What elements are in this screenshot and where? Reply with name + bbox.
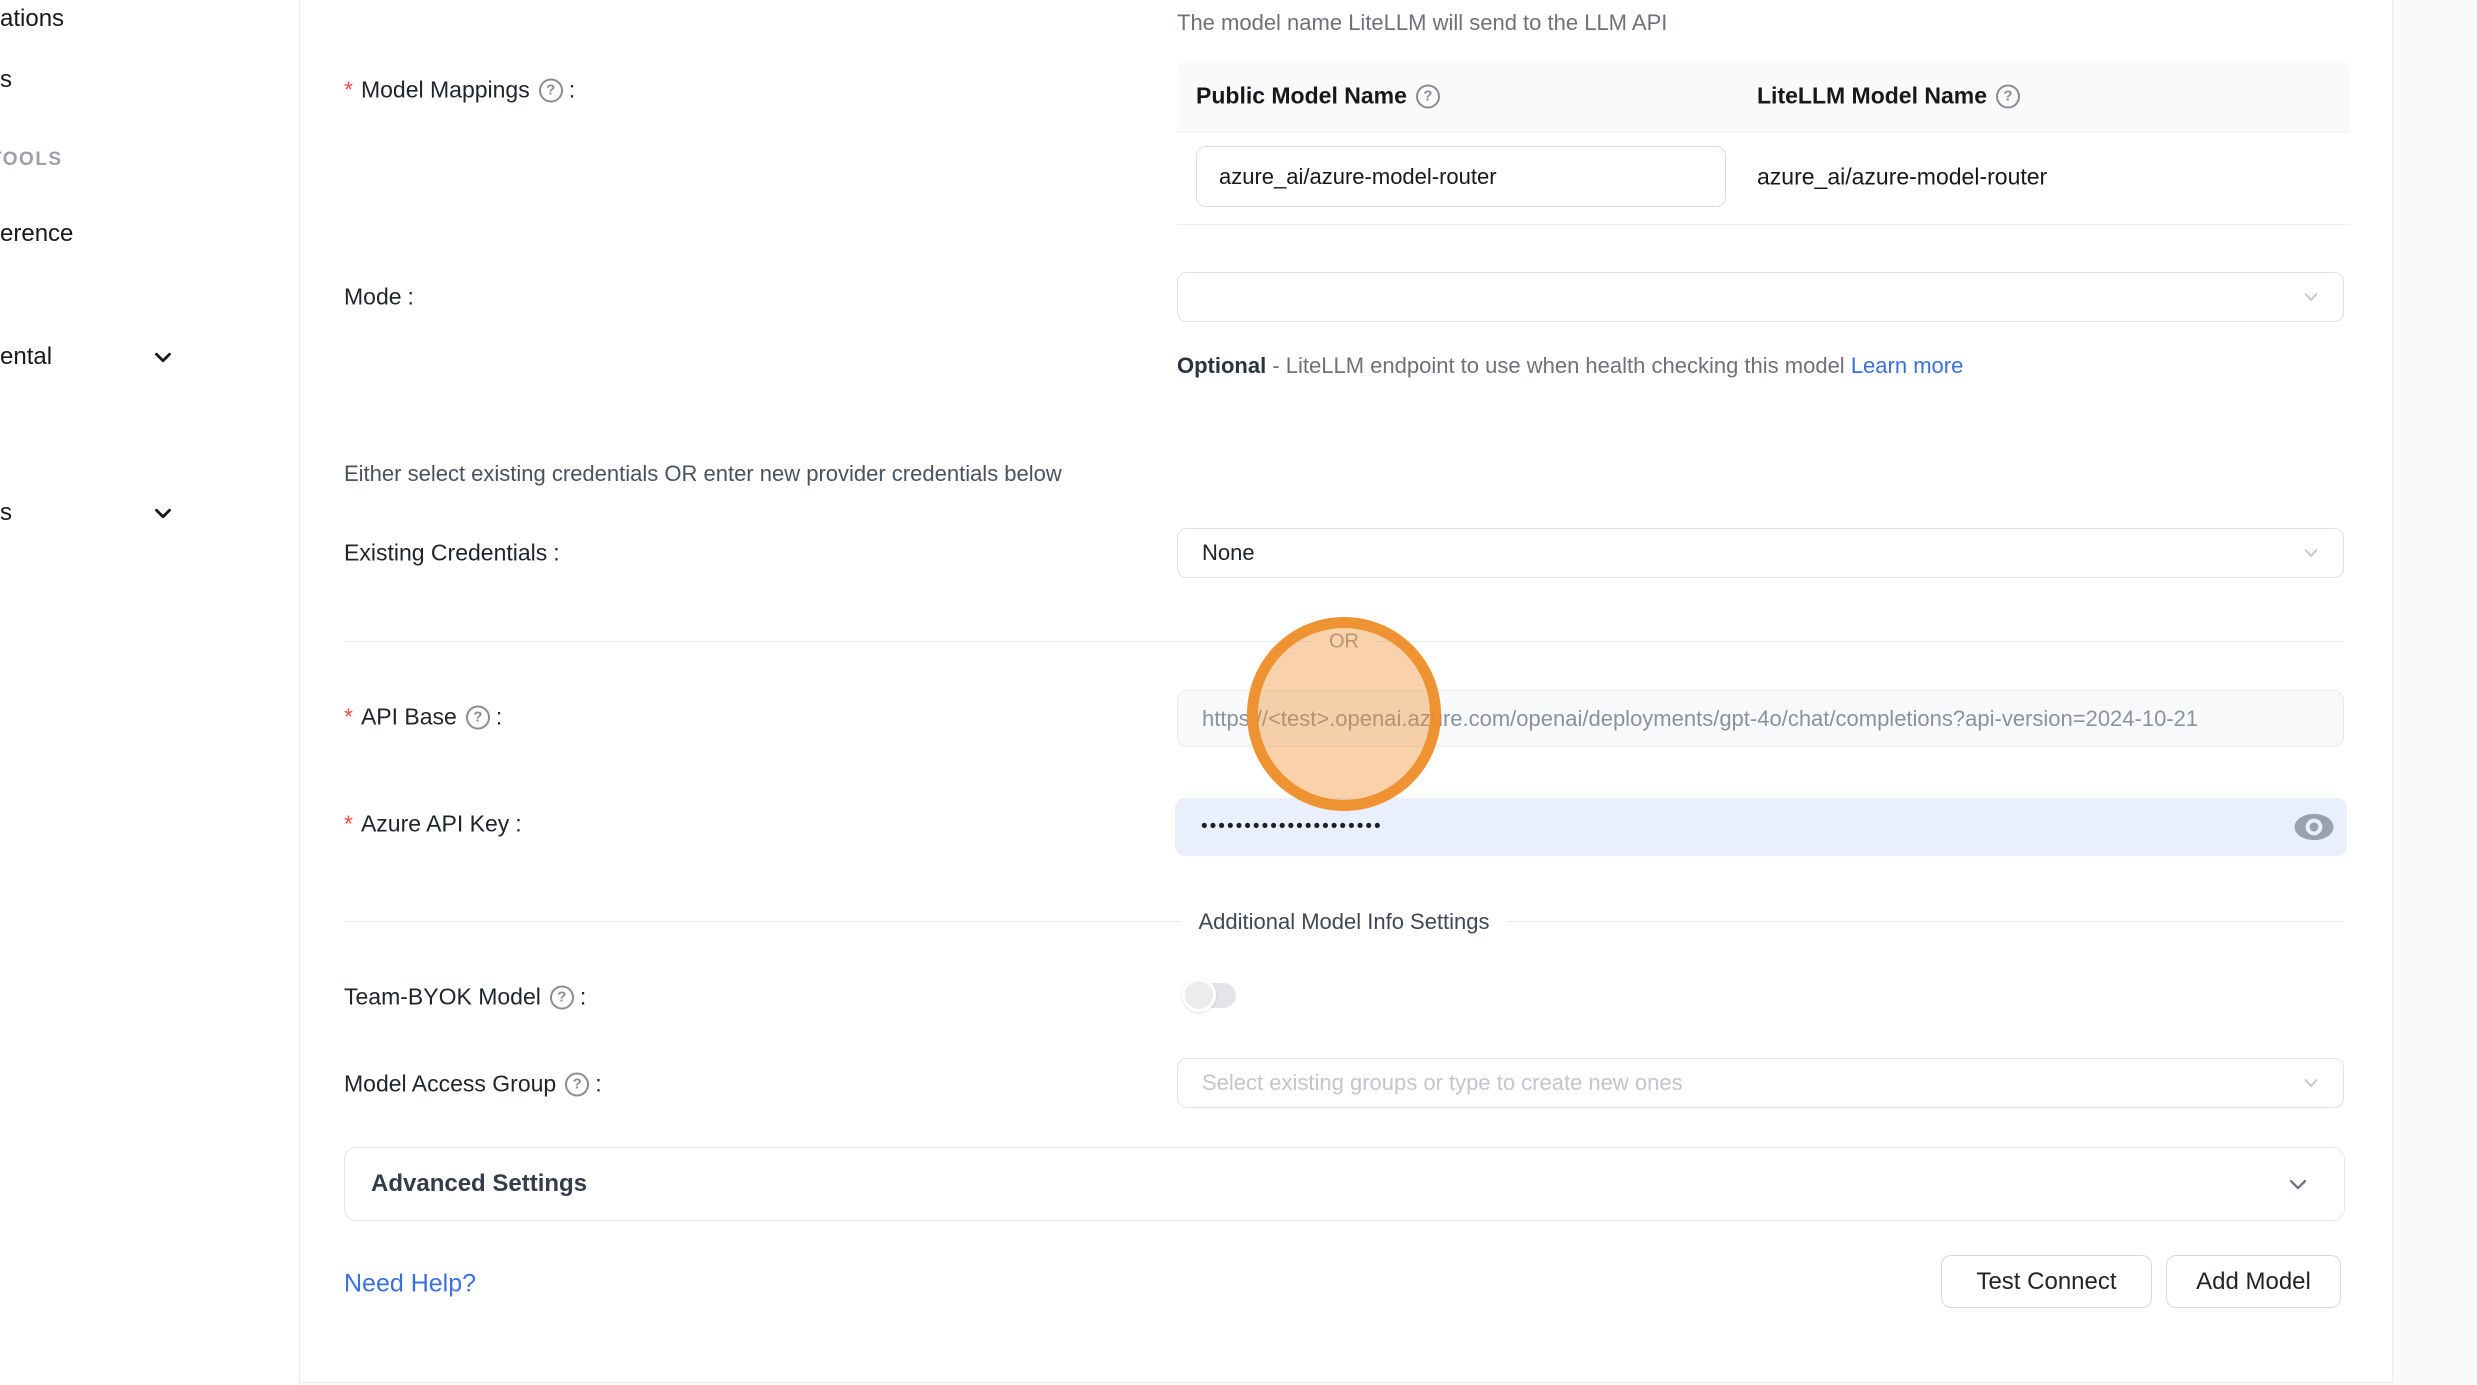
chevron-down-icon xyxy=(150,500,176,526)
or-divider: OR xyxy=(344,641,2344,642)
chevron-down-icon xyxy=(2284,1170,2312,1198)
sidebar-item-cropped-3[interactable]: erence xyxy=(0,220,73,248)
mode-label: Mode : xyxy=(344,284,414,311)
add-model-form: The model name LiteLLM will send to the … xyxy=(300,0,2393,1383)
question-circle-icon[interactable]: ? xyxy=(1416,84,1440,108)
column-header-litellm-model-name: LiteLLM Model Name ? xyxy=(1757,83,2020,110)
advanced-settings-panel[interactable]: Advanced Settings xyxy=(344,1147,2345,1221)
mode-help-text: Optional - LiteLLM endpoint to use when … xyxy=(1177,346,1977,386)
chevron-down-icon xyxy=(2299,541,2323,565)
sidebar-item-cropped-1[interactable]: ations xyxy=(0,5,64,33)
credentials-note: Either select existing credentials OR en… xyxy=(344,461,1062,487)
question-circle-icon[interactable]: ? xyxy=(565,1072,589,1096)
chevron-down-icon xyxy=(2299,1071,2323,1095)
eye-icon xyxy=(2292,831,2336,846)
azure-api-key-input[interactable] xyxy=(1175,798,2347,856)
required-mark: * xyxy=(344,704,353,731)
question-circle-icon[interactable]: ? xyxy=(539,78,563,102)
sidebar-item-cropped-4[interactable]: ental xyxy=(0,343,52,371)
existing-credentials-label: Existing Credentials : xyxy=(344,540,560,567)
question-circle-icon[interactable]: ? xyxy=(466,705,490,729)
chevron-down-icon xyxy=(150,344,176,370)
sidebar: ations s TOOLS erence ental s xyxy=(0,0,300,1385)
existing-credentials-select[interactable]: None xyxy=(1177,528,2344,578)
sidebar-item-cropped-2[interactable]: s xyxy=(0,66,12,94)
azure-api-key-label: * Azure API Key : xyxy=(344,811,522,838)
toggle-knob xyxy=(1182,978,1216,1012)
need-help-link[interactable]: Need Help? xyxy=(344,1270,476,1299)
advanced-settings-title: Advanced Settings xyxy=(371,1170,587,1198)
model-mappings-table: Public Model Name ? LiteLLM Model Name ?… xyxy=(1177,60,2350,225)
sidebar-section-tools: TOOLS xyxy=(0,149,63,171)
api-base-label: * API Base ? : xyxy=(344,704,502,731)
team-byok-toggle[interactable] xyxy=(1186,983,1236,1008)
table-header-row: Public Model Name ? LiteLLM Model Name ? xyxy=(1177,60,2350,133)
toggle-password-visibility-button[interactable] xyxy=(2292,811,2336,843)
mode-select[interactable] xyxy=(1177,272,2344,322)
chevron-down-icon xyxy=(2299,285,2323,309)
question-circle-icon[interactable]: ? xyxy=(1996,84,2020,108)
team-byok-label: Team-BYOK Model ? : xyxy=(344,984,586,1011)
model-access-group-select[interactable]: Select existing groups or type to create… xyxy=(1177,1058,2344,1108)
model-access-group-label: Model Access Group ? : xyxy=(344,1071,602,1098)
or-divider-text: OR xyxy=(1311,631,1377,654)
sidebar-item-cropped-5[interactable]: s xyxy=(0,499,12,527)
learn-more-link[interactable]: Learn more xyxy=(1851,353,1964,378)
test-connect-button[interactable]: Test Connect xyxy=(1941,1255,2152,1308)
column-header-public-model-name: Public Model Name ? xyxy=(1196,83,1440,110)
additional-info-divider-text: Additional Model Info Settings xyxy=(1180,909,1507,935)
model-mappings-label: * Model Mappings ? : xyxy=(344,77,575,104)
public-model-name-input[interactable] xyxy=(1196,146,1726,207)
api-base-input[interactable] xyxy=(1177,690,2344,747)
additional-info-divider: Additional Model Info Settings xyxy=(344,921,2344,922)
add-model-button[interactable]: Add Model xyxy=(2166,1255,2341,1308)
required-mark: * xyxy=(344,811,353,838)
required-mark: * xyxy=(344,77,353,104)
model-name-hint: The model name LiteLLM will send to the … xyxy=(1177,10,1667,36)
litellm-model-name-value: azure_ai/azure-model-router xyxy=(1757,164,2047,191)
question-circle-icon[interactable]: ? xyxy=(550,985,574,1009)
